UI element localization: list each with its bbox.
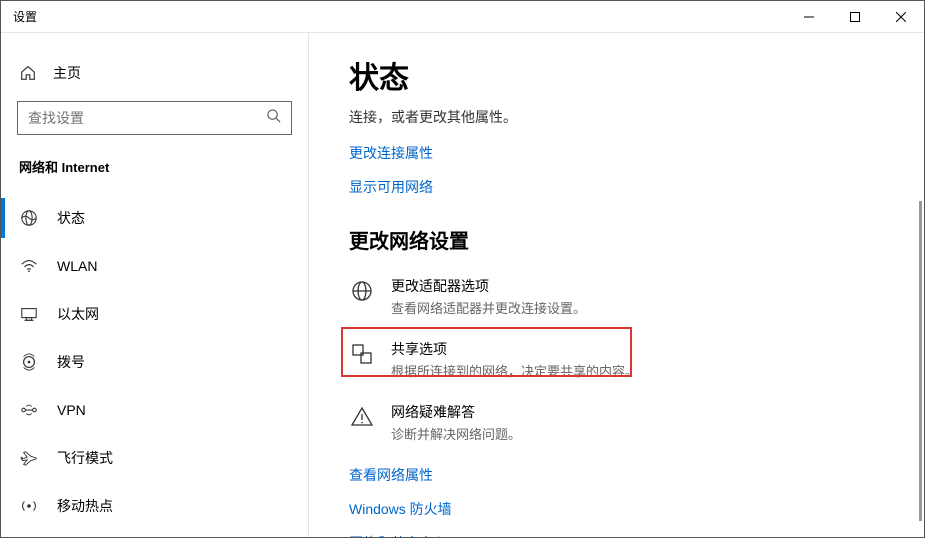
sidebar-item-label: VPN: [57, 402, 86, 418]
sidebar-item-status[interactable]: 状态: [1, 194, 308, 242]
home-label: 主页: [53, 63, 81, 83]
sharing-icon: [349, 341, 375, 367]
setting-desc: 根据所连接到的网络，决定要共享的内容。: [391, 361, 638, 380]
globe-icon: [349, 278, 375, 304]
window-controls: [786, 1, 924, 33]
maximize-button[interactable]: [832, 1, 878, 33]
hotspot-icon: [19, 496, 39, 516]
search-box[interactable]: [17, 101, 292, 135]
wifi-icon: [19, 256, 39, 276]
minimize-icon: [804, 12, 814, 22]
setting-title: 共享选项: [391, 339, 638, 359]
setting-desc: 查看网络适配器并更改连接设置。: [391, 298, 586, 317]
page-title: 状态: [349, 53, 924, 97]
home-button[interactable]: 主页: [1, 53, 308, 93]
scrollbar[interactable]: [919, 201, 922, 521]
search-icon: [266, 108, 281, 128]
vpn-icon: [19, 400, 39, 420]
sidebar-item-label: 飞行模式: [57, 448, 113, 468]
sidebar-item-airplane[interactable]: 飞行模式: [1, 434, 308, 482]
airplane-icon: [19, 448, 39, 468]
page-subtitle: 连接，或者更改其他属性。: [349, 107, 924, 127]
sidebar-item-wlan[interactable]: WLAN: [1, 242, 308, 290]
setting-adapter-options[interactable]: 更改适配器选项 查看网络适配器并更改连接设置。: [349, 276, 849, 317]
setting-troubleshoot[interactable]: 网络疑难解答 诊断并解决网络问题。: [349, 402, 849, 443]
main-content: 状态 连接，或者更改其他属性。 更改连接属性 显示可用网络 更改网络设置 更改适…: [309, 33, 924, 537]
status-icon: [19, 208, 39, 228]
sidebar-section-header: 网络和 Internet: [1, 135, 308, 186]
sidebar-item-label: WLAN: [57, 258, 97, 274]
setting-sharing-options[interactable]: 共享选项 根据所连接到的网络，决定要共享的内容。: [349, 339, 849, 380]
dialup-icon: [19, 352, 39, 372]
setting-desc: 诊断并解决网络问题。: [391, 424, 521, 443]
sidebar-item-ethernet[interactable]: 以太网: [1, 290, 308, 338]
link-view-network-props[interactable]: 查看网络属性: [349, 465, 924, 485]
link-sharing-center[interactable]: 网络和共享中心: [349, 533, 924, 537]
minimize-button[interactable]: [786, 1, 832, 33]
section-title: 更改网络设置: [349, 225, 924, 254]
close-button[interactable]: [878, 1, 924, 33]
sidebar-item-label: 以太网: [57, 304, 99, 324]
link-show-networks[interactable]: 显示可用网络: [349, 177, 924, 197]
nav-list: 状态 WLAN 以太网 拨号: [1, 194, 308, 530]
warning-icon: [349, 404, 375, 430]
sidebar: 主页 网络和 Internet 状态 WLAN: [1, 33, 309, 537]
setting-title: 更改适配器选项: [391, 276, 586, 296]
sidebar-item-label: 移动热点: [57, 496, 113, 516]
home-icon: [19, 64, 37, 82]
titlebar: 设置: [1, 1, 924, 33]
sidebar-item-hotspot[interactable]: 移动热点: [1, 482, 308, 530]
ethernet-icon: [19, 304, 39, 324]
link-change-connection-props[interactable]: 更改连接属性: [349, 143, 924, 163]
sidebar-item-label: 状态: [57, 208, 85, 228]
window-title: 设置: [1, 8, 786, 25]
link-windows-firewall[interactable]: Windows 防火墙: [349, 499, 924, 519]
maximize-icon: [850, 12, 860, 22]
search-input[interactable]: [28, 110, 266, 126]
close-icon: [896, 12, 906, 22]
sidebar-item-label: 拨号: [57, 352, 85, 372]
setting-title: 网络疑难解答: [391, 402, 521, 422]
sidebar-item-vpn[interactable]: VPN: [1, 386, 308, 434]
sidebar-item-dialup[interactable]: 拨号: [1, 338, 308, 386]
